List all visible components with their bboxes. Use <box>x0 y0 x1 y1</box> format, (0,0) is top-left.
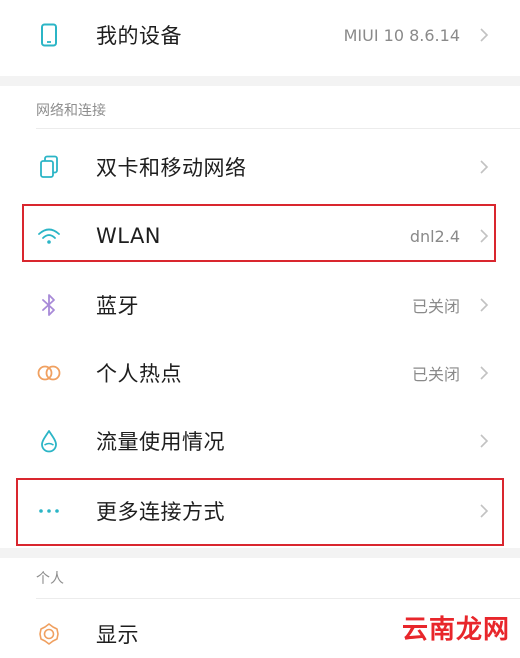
watermark-logo: 云南龙网 <box>401 615 510 645</box>
my-device-label: 我的设备 <box>96 24 182 48</box>
divider <box>36 598 520 599</box>
section-gap <box>0 76 520 86</box>
hotspot-label: 个人热点 <box>96 362 182 386</box>
bluetooth-item[interactable]: 蓝牙 已关闭 <box>0 272 520 338</box>
wlan-network-value: dnl2.4 <box>409 226 460 246</box>
bluetooth-icon <box>36 292 62 318</box>
chevron-right-icon <box>478 158 490 176</box>
settings-screen: 我的设备 MIUI 10 8.6.14 网络和连接 双卡和移动网络 WLAN d… <box>0 0 520 658</box>
divider <box>36 128 520 129</box>
wifi-icon <box>36 223 62 249</box>
data-usage-item[interactable]: 流量使用情况 <box>0 408 520 474</box>
wlan-label: WLAN <box>96 224 162 248</box>
section-gap <box>0 548 520 558</box>
bluetooth-label: 蓝牙 <box>96 294 139 318</box>
chevron-right-icon <box>478 432 490 450</box>
data-usage-label: 流量使用情况 <box>96 430 225 454</box>
sim-cards-icon <box>36 154 62 180</box>
chevron-right-icon <box>478 296 490 314</box>
chevron-right-icon <box>478 502 490 520</box>
hotspot-icon <box>36 360 62 386</box>
section-title-network: 网络和连接 <box>36 103 106 119</box>
phone-icon <box>36 22 62 48</box>
hotspot-status-value: 已关闭 <box>411 365 460 384</box>
miui-version-value: MIUI 10 8.6.14 <box>343 25 460 45</box>
my-device-row[interactable]: 我的设备 MIUI 10 8.6.14 <box>0 0 520 70</box>
wlan-item[interactable]: WLAN dnl2.4 <box>0 204 520 268</box>
more-connections-item[interactable]: 更多连接方式 <box>0 476 520 546</box>
dual-sim-label: 双卡和移动网络 <box>96 156 247 180</box>
display-label: 显示 <box>96 623 139 647</box>
more-dots-icon <box>36 498 62 524</box>
section-title-personal: 个人 <box>36 571 64 587</box>
display-sun-icon <box>36 621 62 647</box>
data-drop-icon <box>36 428 62 454</box>
chevron-right-icon <box>478 26 490 44</box>
more-connections-label: 更多连接方式 <box>96 500 225 524</box>
chevron-right-icon <box>478 227 490 245</box>
sidebar-item-dual-sim[interactable]: 双卡和移动网络 <box>0 134 520 200</box>
chevron-right-icon <box>478 364 490 382</box>
bluetooth-status-value: 已关闭 <box>411 297 460 316</box>
hotspot-item[interactable]: 个人热点 已关闭 <box>0 340 520 406</box>
